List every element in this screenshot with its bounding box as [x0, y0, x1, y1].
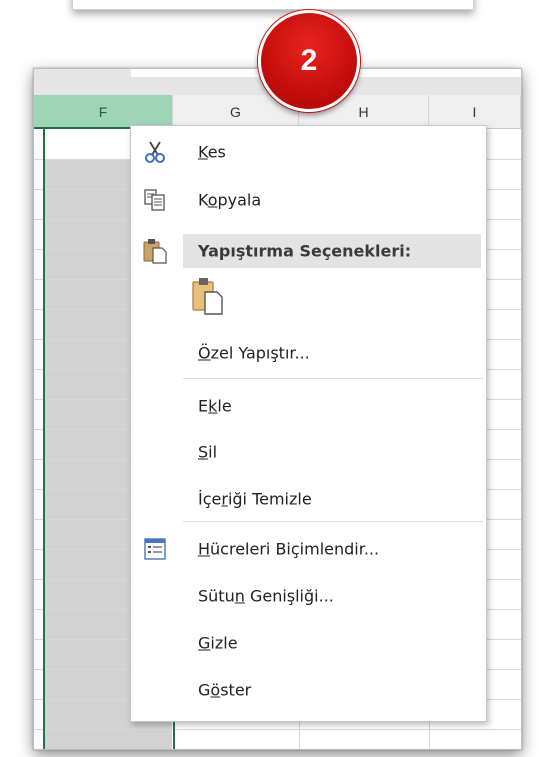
format-cells-icon [143, 537, 167, 561]
paste-icon [191, 276, 225, 320]
menu-item-insert[interactable]: Ekle [131, 386, 486, 426]
menu-item-cut[interactable]: Kes [131, 132, 486, 172]
menu-item-delete[interactable]: Sil [131, 432, 486, 472]
menu-item-label: Kes [198, 142, 226, 162]
menu-item-label: Gizle [198, 633, 238, 653]
menu-item-copy[interactable]: Kopyala [131, 180, 486, 220]
menu-item-label: Hücreleri Biçimlendir... [198, 539, 380, 559]
clipboard-icon [143, 238, 167, 264]
previous-screenshot-frame [72, 0, 474, 10]
menu-item-label: Göster [198, 680, 252, 700]
column-header-f[interactable]: F [34, 95, 173, 129]
scissors-icon [143, 140, 167, 164]
menu-item-label: Sil [198, 442, 218, 462]
menu-item-unhide[interactable]: Göster [131, 670, 486, 710]
paste-options-header: Yapıştırma Seçenekleri: [183, 234, 481, 268]
menu-item-format-cells[interactable]: Hücreleri Biçimlendir... [131, 529, 486, 569]
context-menu: Kes Kopyala Yapıştırma Seçenekleri: Özel… [130, 125, 487, 722]
column-header-i[interactable]: I [429, 95, 521, 129]
menu-separator [183, 521, 483, 522]
menu-item-clear-contents[interactable]: İçeriği Temizle [131, 479, 486, 519]
menu-item-label: Özel Yapıştır... [198, 343, 310, 363]
menu-item-label: Kopyala [198, 190, 262, 210]
menu-item-label: Ekle [198, 396, 232, 416]
menu-item-column-width[interactable]: Sütun Genişliği... [131, 576, 486, 616]
menu-item-hide[interactable]: Gizle [131, 623, 486, 663]
menu-item-label: İçeriği Temizle [198, 489, 312, 509]
menu-item-label: Sütun Genişliği... [198, 586, 334, 606]
step-number-badge: 2 [258, 10, 360, 112]
paste-option-button[interactable] [189, 274, 227, 318]
copy-icon [143, 188, 167, 212]
menu-separator [183, 378, 483, 379]
menu-item-paste-special[interactable]: Özel Yapıştır... [131, 333, 486, 373]
